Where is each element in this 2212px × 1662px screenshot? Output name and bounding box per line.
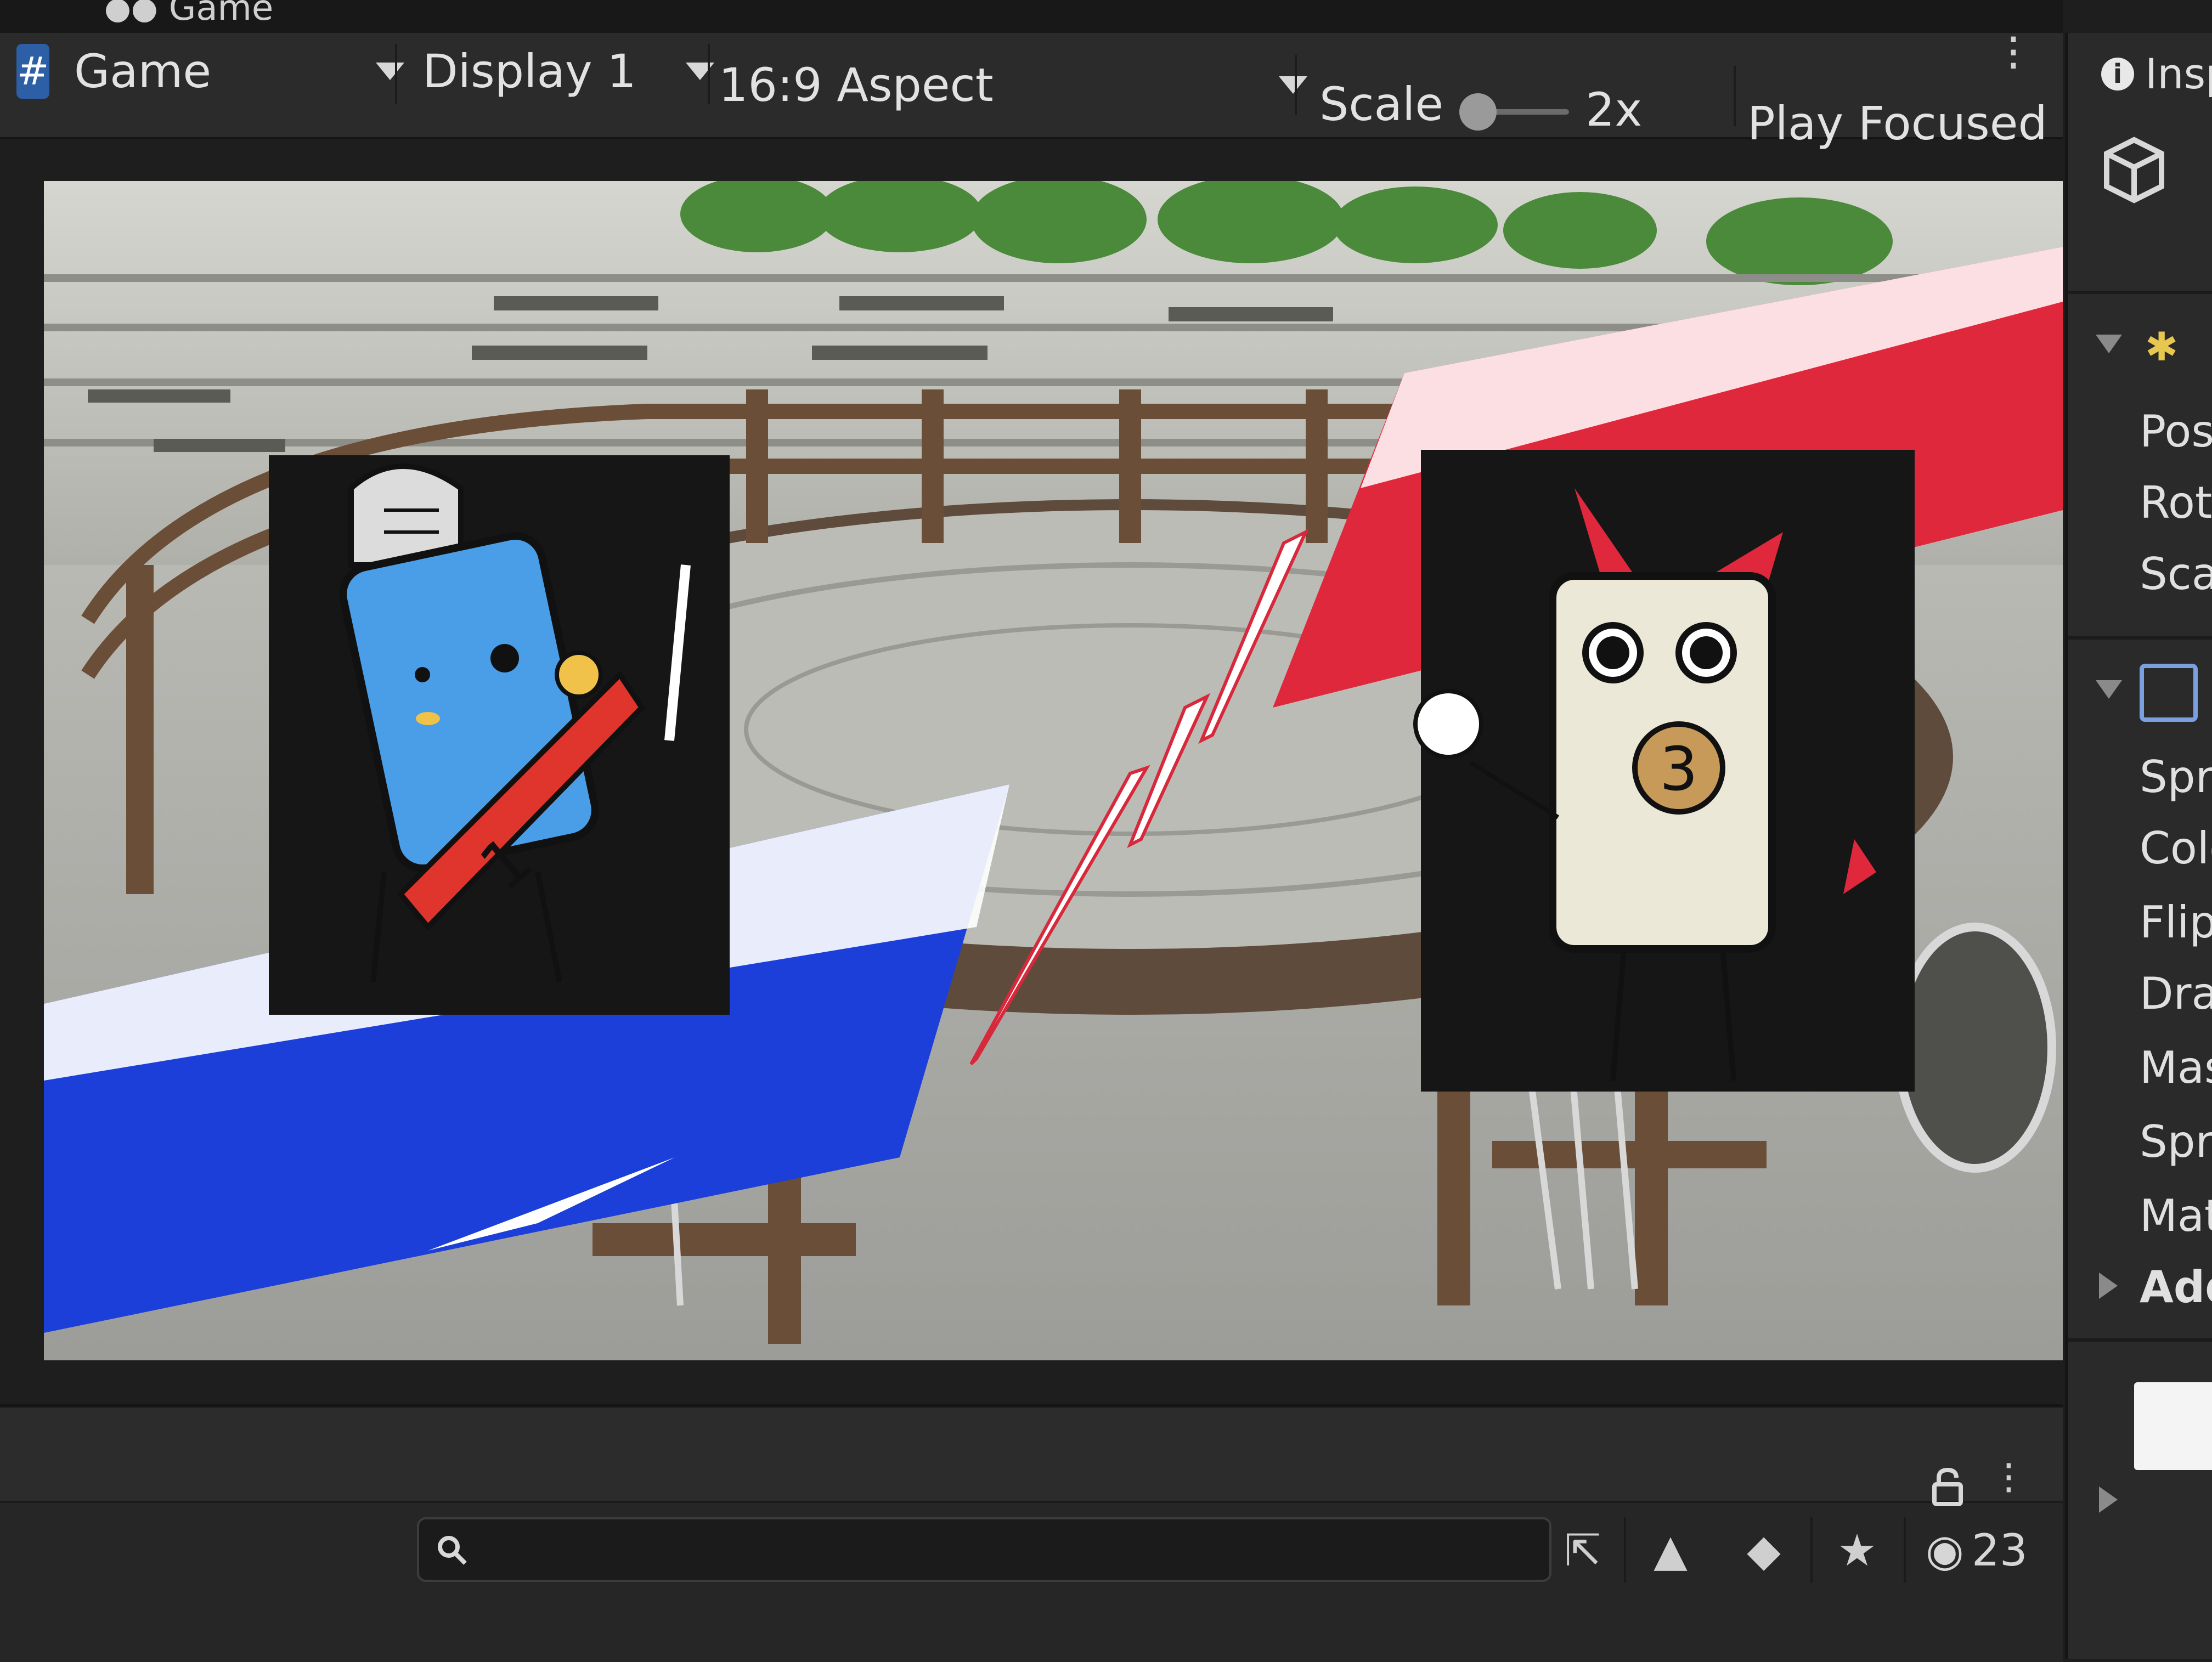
game-viewport[interactable]: 1 3 (44, 181, 2063, 1360)
view-dropdown[interactable]: Game (74, 38, 405, 104)
inspector-tab[interactable]: i Insp (2101, 49, 2212, 98)
view-dropdown-label: Game (74, 44, 212, 98)
preview-swatch (2134, 1382, 2212, 1470)
transform-row-rotation: Rota (2140, 477, 2212, 528)
transform-row-position: Posi (2140, 406, 2212, 457)
project-panel: · · · ⇱ ▲ ◆ ★ ◉ 23 (0, 1404, 2063, 1662)
sprite-row-color: Colo (2140, 823, 2212, 874)
sprite-renderer-foldout-arrow[interactable] (2096, 680, 2122, 699)
shapes-icon[interactable]: ▲ (1635, 1517, 1706, 1583)
inspector-tab-label: Insp (2145, 49, 2212, 98)
star-icon[interactable]: ★ (1821, 1517, 1893, 1583)
import-icon[interactable]: ⇱ (1547, 1517, 1618, 1583)
inspector-divider (2068, 1338, 2212, 1342)
eye-hidden-icon: ◉ (1926, 1524, 1964, 1576)
aspect-dropdown[interactable]: 16:9 Aspect (719, 52, 1307, 118)
tag-hash-icon[interactable]: # (16, 44, 49, 99)
add-component-label[interactable]: Add (2140, 1262, 2212, 1313)
scene-illustration: 1 3 (44, 181, 2063, 1360)
tag-icon[interactable]: ◆ (1728, 1517, 1799, 1583)
display-dropdown[interactable]: Display 1 (422, 38, 714, 104)
lock-icon[interactable] (1931, 1468, 1964, 1506)
preview-foldout-arrow[interactable] (2099, 1486, 2118, 1513)
toolbar-divider (1904, 1517, 1906, 1583)
sprite-row-flip: Flip (2140, 897, 2212, 948)
toolbar-divider (1810, 1517, 1813, 1583)
toolbar-divider (1295, 55, 1297, 115)
hidden-packages-toggle[interactable]: ◉ 23 (1926, 1517, 2028, 1583)
toolbar-divider (395, 44, 397, 104)
display-dropdown-label: Display 1 (422, 44, 636, 98)
window-tab-strip (0, 0, 2063, 33)
game-tab-label: Game (168, 0, 274, 29)
inspector-divider (2068, 636, 2212, 640)
scale-label: Scale (1319, 77, 1443, 131)
scale-slider-handle[interactable] (1459, 93, 1497, 131)
game-window-tab[interactable]: ●● Game (82, 0, 295, 29)
search-icon (438, 1536, 467, 1565)
hidden-count-label: 23 (1971, 1524, 2028, 1576)
info-icon: i (2101, 57, 2134, 91)
chevron-down-icon (376, 63, 405, 80)
chevron-down-icon (1278, 76, 1307, 94)
sprite-row-sprite: Spri (2140, 751, 2212, 802)
sprite-row-sprite-sort: Spri (2140, 1116, 2212, 1167)
transform-foldout-arrow[interactable] (2096, 335, 2122, 353)
kebab-icon[interactable]: · · · (2002, 16, 2024, 89)
project-panel-header (0, 1407, 2063, 1503)
sprite-row-draw-mode: Drav (2140, 968, 2212, 1019)
left-character-portrait (269, 455, 730, 1015)
sprite-renderer-icon (2140, 664, 2198, 722)
gameobject-cube-icon[interactable] (2096, 132, 2172, 208)
inspector-panel: i Insp ✱ Posi Rota Sca Spri Colo Flip Dr… (2065, 33, 2212, 1659)
transform-component-icon: ✱ (2145, 324, 2179, 370)
gamepad-icon: ●● (104, 0, 158, 26)
kebab-icon[interactable]: · · · (2002, 1446, 2015, 1510)
toolbar-divider (708, 44, 710, 104)
aspect-dropdown-label: 16:9 Aspect (719, 58, 994, 112)
project-search-input[interactable] (417, 1517, 1551, 1582)
play-mode-dropdown[interactable]: Play Focused (1747, 91, 2047, 156)
toolbar-divider (1624, 1517, 1626, 1583)
inspector-divider (2068, 291, 2212, 294)
toolbar-divider (1734, 66, 1736, 126)
scale-value: 2x (1585, 83, 1643, 137)
transform-row-scale: Sca (2140, 549, 2212, 600)
sprite-row-material: Mat (2140, 1190, 2212, 1241)
sprite-row-mask: Mas (2140, 1042, 2212, 1093)
add-foldout-arrow[interactable] (2099, 1273, 2118, 1299)
shield (1894, 923, 2056, 1173)
right-character-badge-text: 3 (1660, 734, 1698, 804)
